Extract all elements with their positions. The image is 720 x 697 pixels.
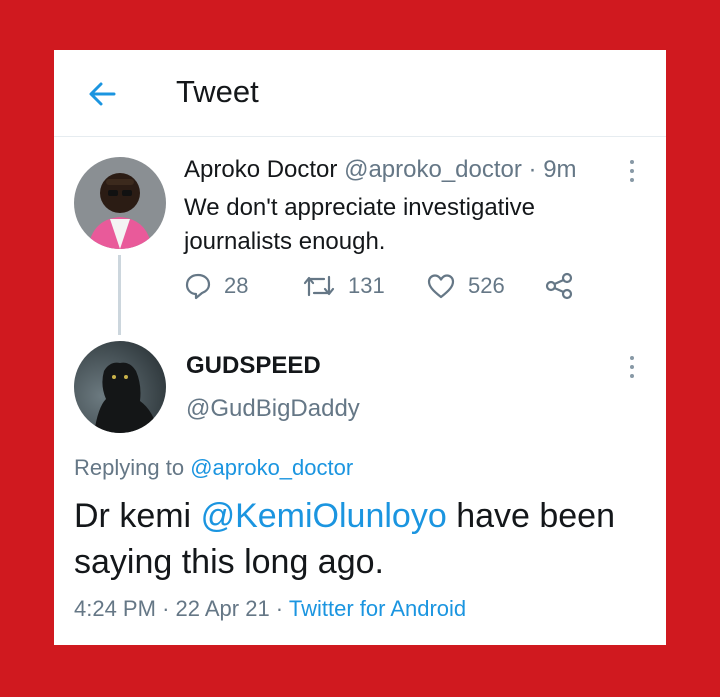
tweet-meta: 4:24 PM · 22 Apr 21 · Twitter for Androi… xyxy=(74,596,466,622)
tweet-actions: 28 131 526 xyxy=(184,272,584,302)
reply-tweet-text: Dr kemi @KemiOlunloyo have been saying t… xyxy=(74,493,654,585)
parent-tweet-header: Aproko Doctor @aproko_doctor · 9m xyxy=(184,156,577,184)
reply-button[interactable]: 28 xyxy=(184,272,248,300)
retweet-button[interactable]: 131 xyxy=(302,272,385,300)
tweet-date: · 22 Apr 21 · xyxy=(162,596,284,621)
share-icon[interactable] xyxy=(544,272,574,300)
replying-to: Replying to @aproko_doctor xyxy=(74,455,353,481)
author-handle[interactable]: @aproko_doctor xyxy=(344,156,522,183)
like-count: 526 xyxy=(468,273,505,298)
reply-count: 28 xyxy=(224,273,249,298)
tweet-time: 4:24 PM xyxy=(74,596,156,621)
thread-line xyxy=(118,255,121,335)
top-bar: Tweet xyxy=(54,50,666,137)
replying-label: Replying to xyxy=(74,455,185,480)
like-button[interactable]: 526 xyxy=(426,272,505,300)
vertical-ellipsis-icon[interactable] xyxy=(629,356,635,382)
avatar[interactable] xyxy=(74,341,166,433)
arrow-left-icon[interactable] xyxy=(84,76,120,112)
replying-to-link[interactable]: @aproko_doctor xyxy=(190,455,353,480)
tweet-card: Tweet Aproko Doctor @aproko_doctor · 9m … xyxy=(54,50,666,645)
vertical-ellipsis-icon[interactable] xyxy=(629,160,635,186)
tweet-age: · 9m xyxy=(528,156,577,183)
tweet-source-link[interactable]: Twitter for Android xyxy=(289,596,466,621)
reply-author-name[interactable]: GUDSPEED xyxy=(186,352,321,380)
speech-bubble-icon xyxy=(185,273,211,300)
reply-author-handle[interactable]: @GudBigDaddy xyxy=(186,395,360,423)
mention-link[interactable]: @KemiOlunloyo xyxy=(201,497,447,535)
page-title: Tweet xyxy=(176,74,259,109)
parent-tweet-text: We don't appreciate investigative journa… xyxy=(184,194,536,255)
reply-text-before: Dr kemi xyxy=(74,497,192,535)
avatar[interactable] xyxy=(74,157,166,249)
heart-icon xyxy=(427,274,455,299)
retweet-count: 131 xyxy=(348,273,385,298)
author-name[interactable]: Aproko Doctor xyxy=(184,156,337,183)
retweet-icon xyxy=(303,275,335,297)
